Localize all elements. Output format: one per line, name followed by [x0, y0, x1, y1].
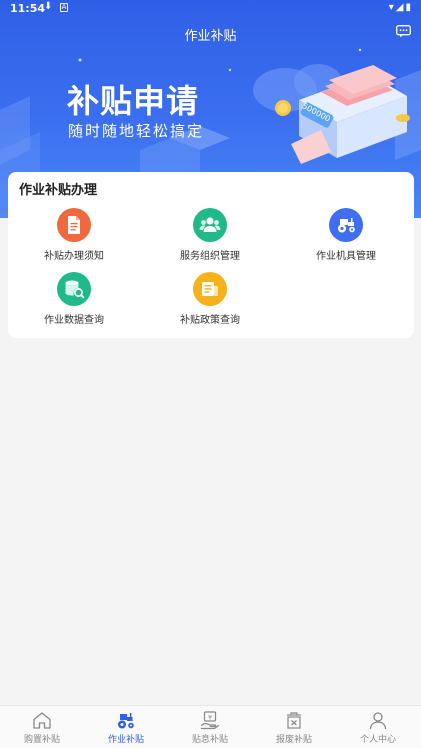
nav-label: 贴息补贴 — [191, 735, 228, 745]
tractor-icon — [329, 208, 363, 242]
service-subsidy-notice[interactable]: 补贴办理须知 — [9, 208, 139, 262]
interest-hand-icon: ¥ — [200, 711, 220, 730]
nav-label: 个人中心 — [359, 735, 396, 745]
banner-subtitle: 随时随地轻松搞定 — [68, 122, 205, 140]
tractor-icon — [118, 713, 134, 729]
people-icon — [193, 208, 227, 242]
download-icon: ⬇ — [44, 1, 53, 12]
service-label: 作业机具管理 — [316, 251, 376, 262]
nav-item-interest-subsidy[interactable]: ¥ 贴息补贴 — [168, 706, 252, 748]
status-time: 11:54 — [10, 2, 46, 15]
service-label: 作业数据查询 — [44, 315, 104, 326]
status-bar: 11:54 ⬇ A ▾◢▮ — [0, 0, 421, 18]
home-icon — [33, 712, 51, 729]
money-counter-illustration — [275, 65, 410, 164]
nav-item-scrap-subsidy[interactable]: 报废补贴 — [252, 706, 336, 748]
scrap-box-icon — [287, 712, 301, 729]
nav-label: 作业补贴 — [107, 735, 144, 745]
service-policy-query[interactable]: 补贴政策查询 — [145, 272, 275, 326]
nav-item-work-subsidy[interactable]: 作业补贴 — [84, 706, 168, 748]
bottom-navigation: 购置补贴 作业补贴 ¥ 贴息补贴 报废补贴 个人中心 — [0, 705, 421, 748]
svg-text:¥: ¥ — [208, 715, 212, 722]
system-status-icons: ▾◢▮ — [388, 2, 413, 13]
nav-item-purchase-subsidy[interactable]: 购置补贴 — [0, 706, 84, 748]
card-title: 作业补贴办理 — [19, 183, 98, 198]
document-icon — [57, 208, 91, 242]
message-icon[interactable] — [396, 25, 411, 38]
page-title: 作业补贴 — [184, 29, 237, 44]
service-work-data-query[interactable]: 作业数据查询 — [9, 272, 139, 326]
service-organization-management[interactable]: 服务组织管理 — [145, 208, 275, 262]
subsidy-service-card: 作业补贴办理 补贴办理须知 服务组织管理 作业机具管理 作业数据查询 补贴政策查… — [8, 172, 414, 338]
nav-label: 报废补贴 — [275, 735, 312, 745]
banner-title: 补贴申请 — [67, 82, 200, 120]
service-label: 补贴政策查询 — [180, 315, 240, 326]
service-machinery-management[interactable]: 作业机具管理 — [281, 208, 411, 262]
a-notification-icon: A — [60, 3, 68, 12]
nav-item-personal-center[interactable]: 个人中心 — [336, 706, 420, 748]
policy-doc-icon — [193, 272, 227, 306]
nav-label: 购置补贴 — [23, 735, 60, 745]
user-icon — [369, 712, 387, 730]
service-label: 服务组织管理 — [180, 251, 240, 262]
database-search-icon — [57, 272, 91, 306]
service-label: 补贴办理须知 — [44, 251, 104, 262]
